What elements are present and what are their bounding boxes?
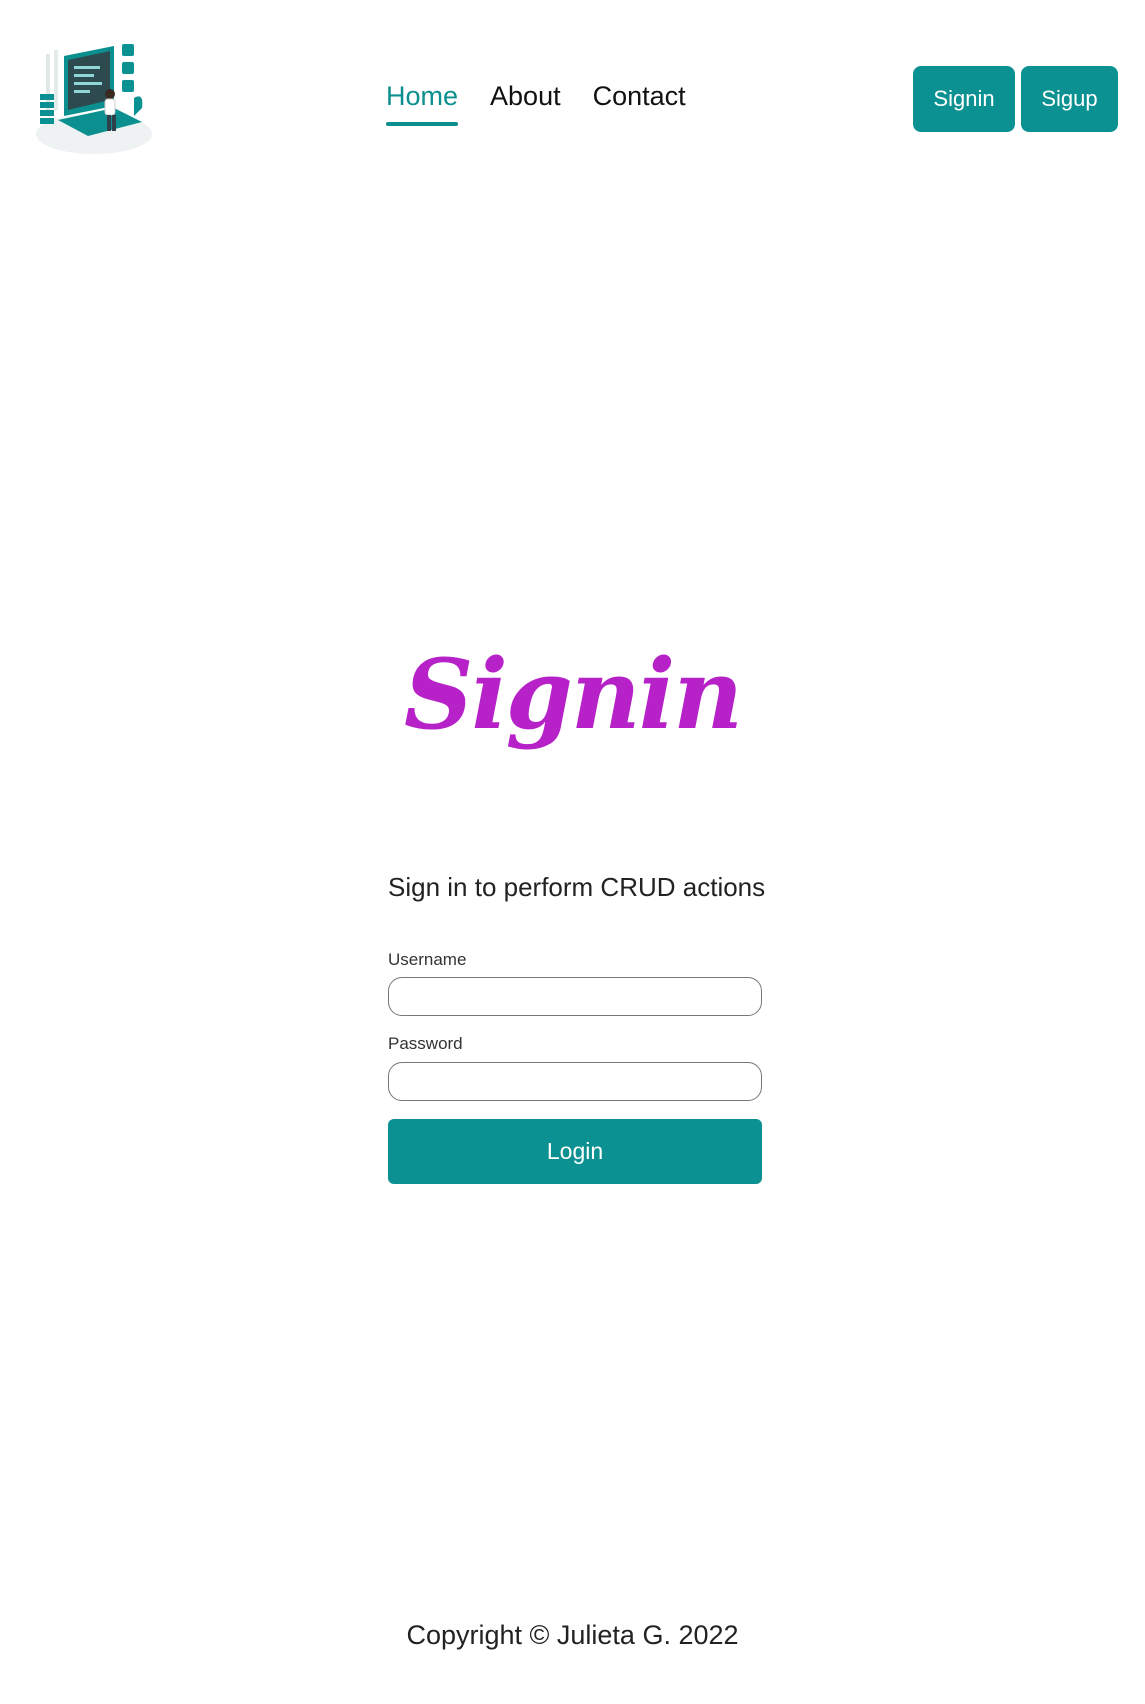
password-label: Password [388, 1034, 463, 1053]
username-input[interactable] [388, 977, 762, 1016]
signup-button[interactable]: Sigup [1021, 66, 1118, 132]
password-input[interactable] [388, 1062, 762, 1101]
login-button[interactable]: Login [388, 1119, 762, 1184]
page-title: Signin [404, 638, 743, 751]
nav-home-link[interactable]: Home [386, 78, 459, 128]
username-label: Username [388, 950, 467, 969]
nav-contact-link[interactable]: Contact [593, 78, 686, 128]
main-nav: Home About Contact [386, 78, 686, 128]
logo-illustration-icon[interactable] [34, 36, 156, 156]
signin-button[interactable]: Signin [913, 66, 1015, 132]
signin-subtitle: Sign in to perform CRUD actions [388, 872, 766, 902]
footer-copyright: Copyright © Julieta G. 2022 [406, 1620, 739, 1650]
nav-about-link[interactable]: About [490, 78, 561, 128]
